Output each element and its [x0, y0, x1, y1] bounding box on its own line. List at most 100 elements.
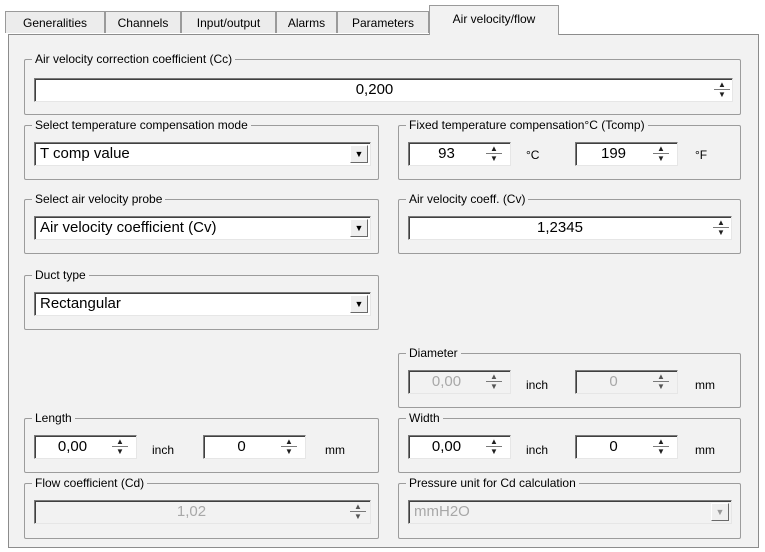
tcomp-celsius-spinbox[interactable]: 93 ▲ ▼: [408, 142, 511, 166]
tab-label: Parameters: [351, 16, 415, 30]
diameter-mm-value: 0: [609, 373, 618, 390]
length-mm-spinbox[interactable]: 0 ▲ ▼: [203, 435, 306, 459]
probe-select[interactable]: Air velocity coefficient (Cv) ▼: [34, 216, 371, 240]
diameter-mm-unit: mm: [695, 378, 715, 392]
temp-mode-title: Select temperature compensation mode: [32, 117, 251, 133]
diameter-inch-spinner[interactable]: ▲ ▼: [486, 372, 502, 392]
diameter-title: Diameter: [406, 345, 461, 361]
spin-up-icon[interactable]: ▲: [112, 437, 128, 447]
pressure-group: Pressure unit for Cd calculation mmH2O ▼: [398, 475, 741, 539]
spin-up-icon[interactable]: ▲: [281, 437, 297, 447]
dropdown-arrow-icon[interactable]: ▼: [711, 503, 729, 521]
temp-mode-select[interactable]: T comp value ▼: [34, 142, 371, 166]
pressure-select[interactable]: mmH2O ▼: [408, 500, 732, 524]
tcomp-fahrenheit-unit: °F: [695, 148, 708, 162]
tab-air-velocity-flow[interactable]: Air velocity/flow: [429, 5, 559, 35]
length-mm-unit: mm: [325, 443, 345, 457]
tcomp-fahrenheit-value: 199: [600, 145, 627, 162]
length-inch-unit: inch: [152, 443, 175, 457]
tab-parameters[interactable]: Parameters: [337, 11, 429, 33]
cv-spinbox[interactable]: 1,2345 ▲ ▼: [408, 216, 732, 240]
width-mm-spinner[interactable]: ▲ ▼: [653, 437, 669, 457]
cv-value: 1,2345: [537, 219, 583, 236]
spin-down-icon[interactable]: ▼: [486, 154, 502, 164]
length-inch-spinner[interactable]: ▲ ▼: [112, 437, 128, 457]
tab-label: Air velocity/flow: [452, 12, 536, 26]
spin-down-icon[interactable]: ▼: [486, 447, 502, 457]
length-inch-spinbox[interactable]: 0,00 ▲ ▼: [34, 435, 137, 459]
dropdown-arrow-icon[interactable]: ▼: [350, 145, 368, 163]
tab-label: Generalities: [22, 16, 88, 30]
cc-group: Air velocity correction coefficient (Cc)…: [24, 51, 741, 115]
spin-up-icon[interactable]: ▲: [486, 437, 502, 447]
pressure-title: Pressure unit for Cd calculation: [406, 475, 579, 491]
width-mm-unit: mm: [695, 443, 715, 457]
width-inch-unit: inch: [526, 443, 549, 457]
tab-input-output[interactable]: Input/output: [181, 11, 276, 33]
diameter-group: Diameter 0,00 ▲ ▼ inch 0 ▲ ▼ mm: [398, 345, 741, 408]
width-title: Width: [406, 410, 443, 426]
tab-panel: Air velocity correction coefficient (Cc)…: [8, 34, 759, 548]
cc-spinbox[interactable]: 0,200 ▲ ▼: [34, 78, 733, 102]
tab-label: Alarms: [287, 16, 326, 30]
spin-down-icon[interactable]: ▼: [350, 512, 366, 522]
dropdown-arrow-icon[interactable]: ▼: [350, 219, 368, 237]
width-inch-spinner[interactable]: ▲ ▼: [486, 437, 502, 457]
cd-spinbox[interactable]: 1,02 ▲ ▼: [34, 500, 371, 524]
tab-channels[interactable]: Channels: [105, 11, 181, 33]
spin-down-icon[interactable]: ▼: [714, 90, 730, 100]
spin-up-icon[interactable]: ▲: [653, 372, 669, 382]
pressure-value: mmH2O: [414, 503, 470, 520]
spin-up-icon[interactable]: ▲: [486, 372, 502, 382]
duct-select[interactable]: Rectangular ▼: [34, 292, 371, 316]
spin-down-icon[interactable]: ▼: [653, 447, 669, 457]
tab-alarms[interactable]: Alarms: [276, 11, 337, 33]
tab-generalities[interactable]: Generalities: [5, 11, 105, 33]
cd-spinner[interactable]: ▲ ▼: [350, 502, 366, 522]
cc-spinner[interactable]: ▲ ▼: [714, 80, 730, 100]
spin-up-icon[interactable]: ▲: [653, 144, 669, 154]
spin-down-icon[interactable]: ▼: [281, 447, 297, 457]
width-inch-value: 0,00: [431, 438, 462, 455]
tcomp-fahrenheit-spinbox[interactable]: 199 ▲ ▼: [575, 142, 678, 166]
tcomp-celsius-spinner[interactable]: ▲ ▼: [486, 144, 502, 164]
width-mm-spinbox[interactable]: 0 ▲ ▼: [575, 435, 678, 459]
duct-title: Duct type: [32, 267, 89, 283]
dropdown-arrow-icon[interactable]: ▼: [350, 295, 368, 313]
spin-down-icon[interactable]: ▼: [486, 382, 502, 392]
spin-down-icon[interactable]: ▼: [653, 154, 669, 164]
cv-title: Air velocity coeff. (Cv): [406, 191, 529, 207]
tcomp-celsius-value: 93: [438, 145, 455, 162]
cc-value: 0,200: [355, 81, 394, 98]
width-inch-spinbox[interactable]: 0,00 ▲ ▼: [408, 435, 511, 459]
cv-spinner[interactable]: ▲ ▼: [713, 218, 729, 238]
cd-title: Flow coefficient (Cd): [32, 475, 148, 491]
length-inch-value: 0,00: [57, 438, 88, 455]
tcomp-fahrenheit-spinner[interactable]: ▲ ▼: [653, 144, 669, 164]
length-mm-value: 0: [237, 438, 246, 455]
cd-group: Flow coefficient (Cd) 1,02 ▲ ▼: [24, 475, 379, 539]
probe-group: Select air velocity probe Air velocity c…: [24, 191, 379, 254]
probe-value: Air velocity coefficient (Cv): [40, 219, 217, 236]
spin-up-icon[interactable]: ▲: [350, 502, 366, 512]
diameter-mm-spinbox[interactable]: 0 ▲ ▼: [575, 370, 678, 394]
spin-down-icon[interactable]: ▼: [653, 382, 669, 392]
temp-mode-value: T comp value: [40, 145, 130, 162]
spin-up-icon[interactable]: ▲: [714, 80, 730, 90]
width-group: Width 0,00 ▲ ▼ inch 0 ▲ ▼ mm: [398, 410, 741, 473]
cd-value: 1,02: [176, 503, 207, 520]
spin-up-icon[interactable]: ▲: [486, 144, 502, 154]
tcomp-celsius-unit: °C: [526, 148, 540, 162]
length-group: Length 0,00 ▲ ▼ inch 0 ▲ ▼ mm: [24, 410, 379, 473]
duct-group: Duct type Rectangular ▼: [24, 267, 379, 330]
width-mm-value: 0: [609, 438, 618, 455]
spin-down-icon[interactable]: ▼: [112, 447, 128, 457]
spin-up-icon[interactable]: ▲: [653, 437, 669, 447]
diameter-mm-spinner[interactable]: ▲ ▼: [653, 372, 669, 392]
spin-down-icon[interactable]: ▼: [713, 228, 729, 238]
diameter-inch-spinbox[interactable]: 0,00 ▲ ▼: [408, 370, 511, 394]
spin-up-icon[interactable]: ▲: [713, 218, 729, 228]
diameter-inch-unit: inch: [526, 378, 549, 392]
temp-mode-group: Select temperature compensation mode T c…: [24, 117, 379, 180]
length-mm-spinner[interactable]: ▲ ▼: [281, 437, 297, 457]
